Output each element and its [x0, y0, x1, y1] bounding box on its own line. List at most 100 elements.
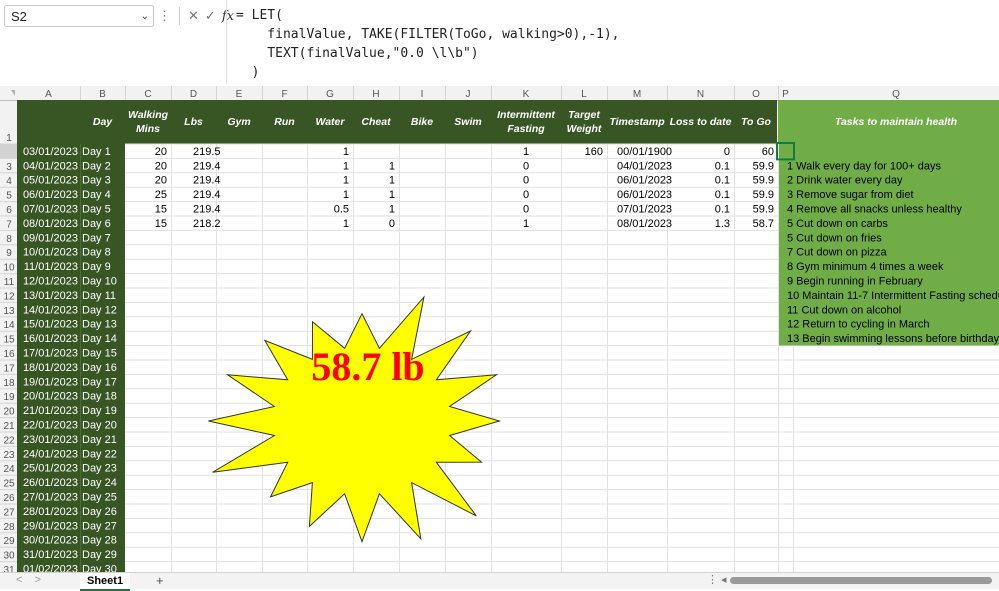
data-cell: 219.4 — [193, 175, 221, 187]
row-header-15[interactable]: 15 — [3, 335, 15, 346]
day-cell: Day 11 — [82, 290, 116, 302]
header-d: Lbs — [184, 116, 203, 128]
starburst-callout[interactable] — [208, 295, 502, 544]
sheet-nav-arrows-icon[interactable]: < > — [16, 574, 41, 586]
day-cell: Day 21 — [82, 434, 117, 446]
row-header-6[interactable]: 6 — [6, 205, 12, 216]
grid-canvas[interactable]: ABCDEFGHIJKLMNOPQ12345678910111213141516… — [0, 86, 999, 572]
column-header-h[interactable]: H — [372, 89, 379, 100]
data-cell: 1 — [343, 160, 349, 172]
row-header-13[interactable]: 13 — [3, 306, 15, 317]
row-header-22[interactable]: 22 — [3, 435, 15, 446]
column-header-p[interactable]: P — [782, 89, 789, 100]
enter-icon[interactable]: ✓ — [205, 8, 216, 24]
day-cell: Day 2 — [82, 160, 111, 172]
day-cell: Day 28 — [82, 535, 117, 547]
row-header-25[interactable]: 25 — [3, 479, 15, 490]
row-header-10[interactable]: 10 — [3, 263, 15, 274]
row-header-19[interactable]: 19 — [3, 392, 15, 403]
row-header-4[interactable]: 4 — [6, 176, 12, 187]
column-header-b[interactable]: B — [99, 89, 106, 100]
add-sheet-icon[interactable]: + — [156, 573, 164, 588]
active-row-header — [0, 144, 17, 159]
day-cell: Day 17 — [82, 376, 117, 388]
date-cell: 15/01/2023 — [23, 319, 78, 331]
name-box[interactable]: S2 ⌄ — [4, 5, 154, 27]
header-i: Bike — [411, 116, 433, 128]
formula-line: TEXT(finalValue,"0.0 \l\b") — [236, 46, 479, 61]
row-header-14[interactable]: 14 — [3, 320, 15, 331]
day-cell: Day 13 — [82, 319, 117, 331]
day-cell: Day 12 — [82, 304, 117, 316]
data-cell: 00/01/1900 — [617, 146, 672, 158]
data-cell: 0 — [523, 175, 529, 187]
row-header-31[interactable]: 31 — [3, 565, 15, 572]
row-header-7[interactable]: 7 — [6, 219, 12, 230]
chevron-down-icon[interactable]: ⌄ — [141, 6, 149, 28]
date-cell: 10/01/2023 — [23, 247, 78, 259]
row-header-17[interactable]: 17 — [3, 363, 15, 374]
column-header-j[interactable]: J — [466, 89, 471, 100]
column-header-n[interactable]: N — [697, 89, 704, 100]
horizontal-scrollbar[interactable] — [730, 577, 992, 584]
column-header-q[interactable]: Q — [892, 89, 900, 100]
formula-line: ) — [236, 65, 260, 80]
column-header-a[interactable]: A — [45, 89, 52, 100]
formula-input[interactable]: = LET( finalValue, TAKE(FILTER(ToGo, wal… — [236, 6, 620, 82]
row-header-21[interactable]: 21 — [3, 421, 15, 432]
row-header-8[interactable]: 8 — [6, 234, 12, 245]
row-header-16[interactable]: 16 — [3, 349, 15, 360]
row-header-3[interactable]: 3 — [6, 162, 12, 173]
row-header-20[interactable]: 20 — [3, 407, 15, 418]
row-header-1[interactable]: 1 — [6, 133, 12, 144]
worksheet-grid[interactable]: ABCDEFGHIJKLMNOPQ12345678910111213141516… — [0, 86, 999, 572]
column-header-f[interactable]: F — [281, 89, 287, 100]
data-cell: 07/01/2023 — [617, 204, 672, 216]
day-cell: Day 19 — [82, 405, 117, 417]
row-header-12[interactable]: 12 — [3, 291, 15, 302]
column-header-k[interactable]: K — [523, 89, 530, 100]
row-header-26[interactable]: 26 — [3, 493, 15, 504]
data-cell: 1 — [389, 175, 395, 187]
row-header-18[interactable]: 18 — [3, 378, 15, 389]
date-cell: 03/01/2023 — [23, 146, 78, 158]
day-cell: Day 15 — [82, 348, 117, 360]
column-header-c[interactable]: C — [144, 89, 151, 100]
column-header-e[interactable]: E — [236, 89, 243, 100]
column-header-l[interactable]: L — [581, 89, 587, 100]
date-cell: 06/01/2023 — [23, 189, 78, 201]
date-cell: 09/01/2023 — [23, 232, 78, 244]
header-line: Weight — [567, 123, 602, 135]
cancel-icon[interactable]: ✕ — [188, 8, 199, 24]
row-header-28[interactable]: 28 — [3, 522, 15, 533]
row-header-11[interactable]: 11 — [4, 277, 15, 288]
column-header-o[interactable]: O — [752, 89, 760, 100]
data-cell: 1.3 — [715, 218, 730, 230]
sheet-tab[interactable]: Sheet1 — [80, 573, 131, 591]
date-cell: 27/01/2023 — [23, 492, 78, 504]
data-cell: 59.9 — [753, 189, 774, 201]
date-cell: 01/02/2023 — [23, 564, 78, 573]
row-header-29[interactable]: 29 — [3, 536, 15, 547]
day-cell: Day 22 — [82, 448, 117, 460]
more-options-icon[interactable]: ⋮ — [158, 8, 171, 24]
data-cell: 0 — [724, 146, 730, 158]
name-box-value: S2 — [11, 9, 27, 24]
insert-function-icon[interactable]: fx — [222, 9, 234, 24]
header-g: Water — [316, 116, 346, 128]
row-header-27[interactable]: 27 — [3, 507, 15, 518]
column-header-i[interactable]: I — [421, 89, 424, 100]
day-cell: Day 9 — [82, 261, 111, 273]
row-header-23[interactable]: 23 — [3, 450, 15, 461]
row-header-5[interactable]: 5 — [6, 191, 12, 202]
data-cell: 06/01/2023 — [617, 175, 672, 187]
date-cell: 11/01/2023 — [24, 261, 78, 273]
column-header-g[interactable]: G — [326, 89, 334, 100]
column-header-m[interactable]: M — [633, 89, 641, 100]
row-header-24[interactable]: 24 — [3, 464, 15, 475]
row-header-30[interactable]: 30 — [3, 551, 15, 562]
data-cell: 60 — [762, 146, 774, 158]
row-header-9[interactable]: 9 — [6, 248, 12, 259]
more-options-icon[interactable]: ⋮ ◂ — [707, 573, 727, 586]
column-header-d[interactable]: D — [190, 89, 197, 100]
